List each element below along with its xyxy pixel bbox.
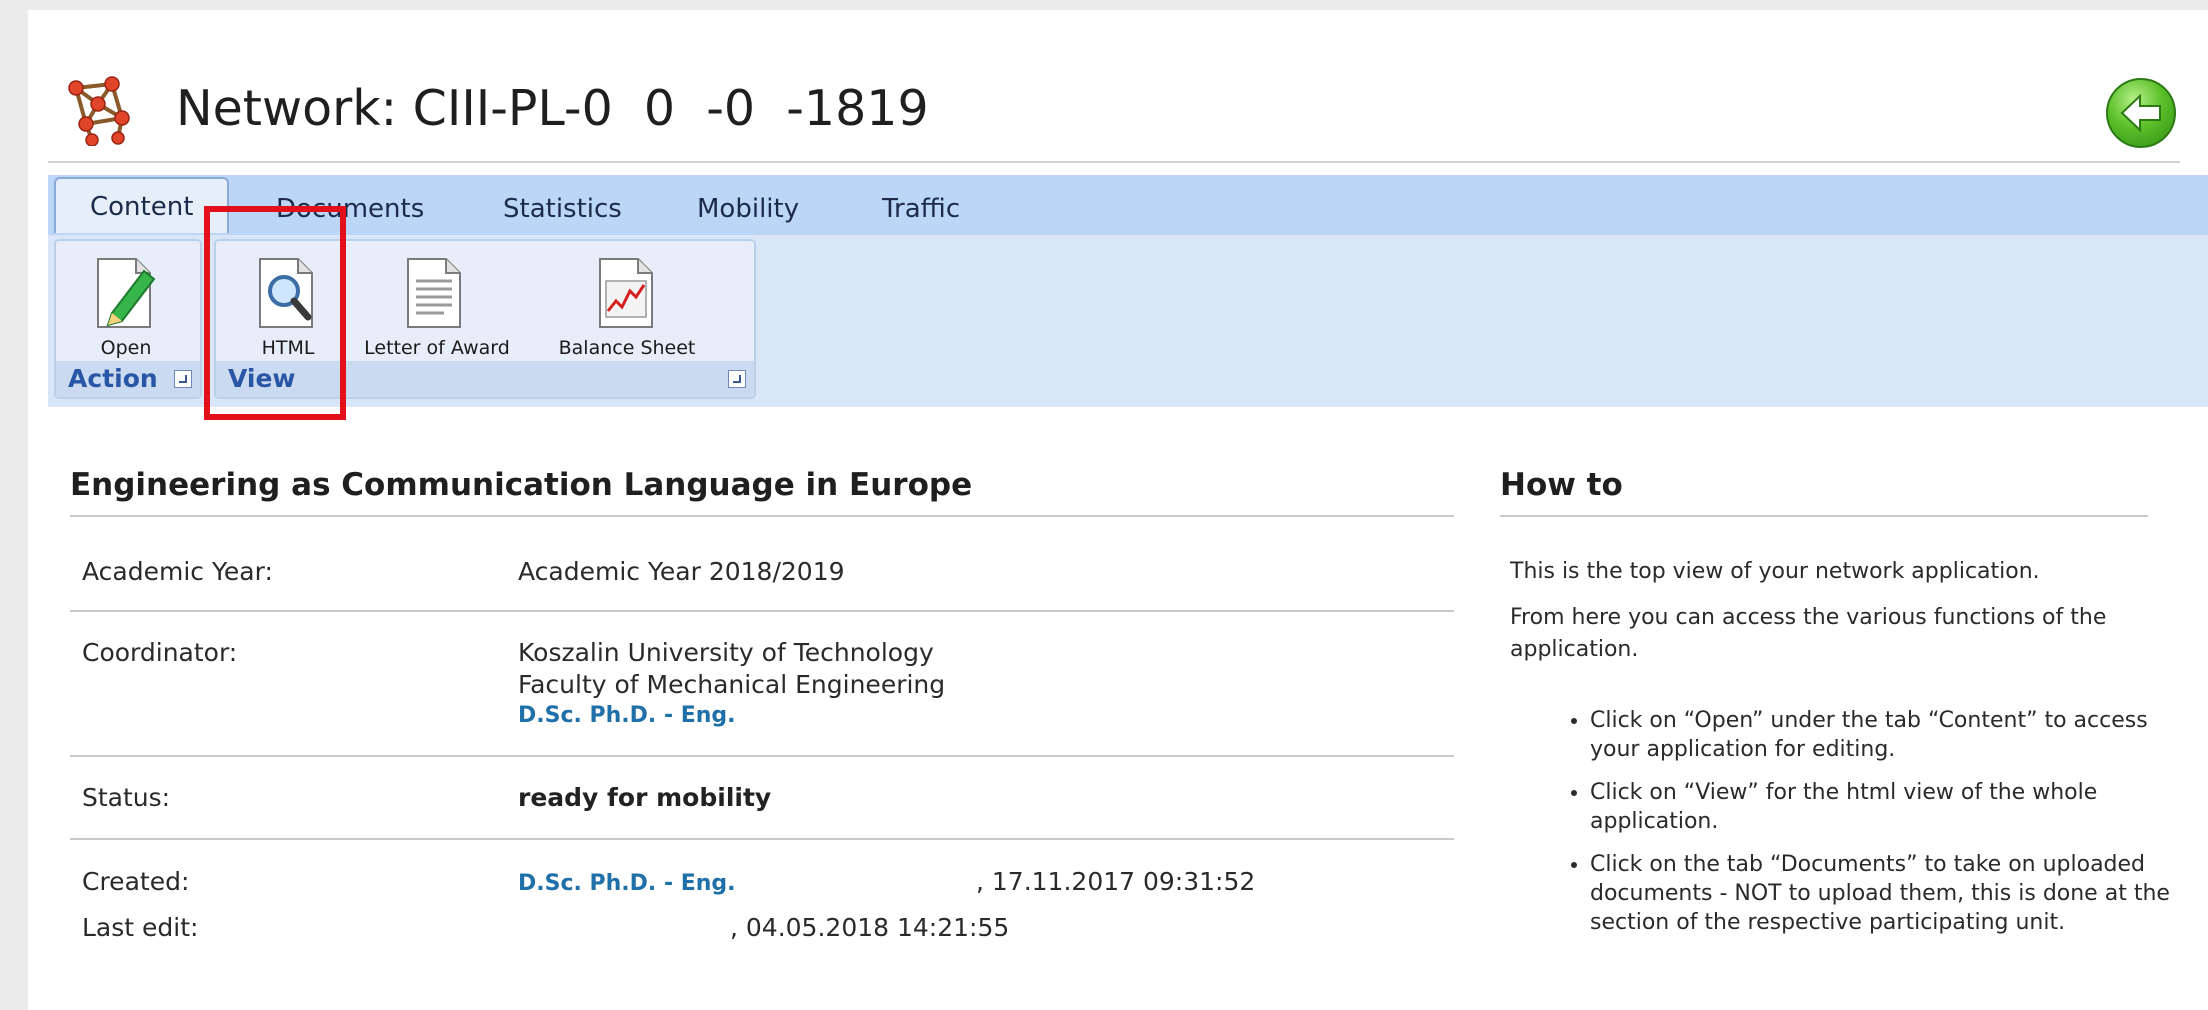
tab-statistics[interactable]: Statistics — [503, 185, 622, 233]
last-edit-label: Last edit: — [82, 913, 199, 942]
view-group-label: View — [216, 361, 754, 397]
tab-documents[interactable]: Documents — [276, 185, 424, 233]
coordinator-institution: Koszalin University of Technology — [518, 638, 934, 667]
howto-item-documents: Click on the tab “Documents” to take on … — [1590, 850, 2190, 937]
document-icon — [404, 255, 468, 335]
action-group: Open Action — [54, 239, 202, 399]
howto-list: Click on “Open” under the tab “Content” … — [1550, 706, 2190, 951]
back-button[interactable] — [2106, 78, 2176, 148]
chart-document-icon — [596, 255, 660, 335]
tab-content[interactable]: Content — [54, 177, 230, 233]
open-button[interactable]: Open — [56, 241, 196, 365]
howto-title: How to — [1500, 467, 1623, 503]
howto-intro: This is the top view of your network app… — [1510, 559, 2040, 584]
header-divider — [48, 161, 2180, 163]
open-label: Open — [100, 337, 152, 359]
edit-document-icon — [94, 255, 158, 335]
academic-year-label: Academic Year: — [82, 557, 273, 586]
row-divider — [70, 755, 1454, 757]
action-group-launcher[interactable] — [174, 370, 192, 388]
tab-mobility[interactable]: Mobility — [697, 185, 799, 233]
html-view-button[interactable]: HTML — [222, 241, 354, 365]
magnifier-document-icon — [256, 255, 320, 335]
ribbon-body: Open Action HTML Letter of Award Balance… — [48, 235, 2208, 407]
tab-traffic[interactable]: Traffic — [882, 185, 960, 233]
row-divider — [70, 610, 1454, 612]
html-label: HTML — [261, 337, 315, 359]
created-timestamp: , 17.11.2017 09:31:52 — [976, 867, 1256, 896]
howto-divider — [1500, 515, 2148, 517]
ribbon-tabbar: Content Documents Statistics Mobility Tr… — [48, 175, 2208, 235]
howto-description: From here you can access the various fun… — [1510, 605, 2107, 662]
coordinator-label: Coordinator: — [82, 638, 238, 667]
view-group-launcher[interactable] — [728, 370, 746, 388]
letter-of-award-button[interactable]: Letter of Award — [352, 241, 522, 365]
letter-of-award-label: Letter of Award — [364, 337, 510, 359]
page-title: Network: CIII-PL-0 0 -0 -1819 — [176, 80, 929, 137]
created-person-link[interactable]: D.Sc. Ph.D. - Eng. — [518, 868, 736, 900]
status-value: ready for mobility — [518, 783, 772, 812]
balance-sheet-label: Balance Sheet — [558, 337, 696, 359]
back-arrow-icon — [2120, 93, 2161, 133]
howto-item-view: Click on “View” for the html view of the… — [1590, 778, 2190, 836]
howto-item-open: Click on “Open” under the tab “Content” … — [1590, 706, 2190, 764]
academic-year-value: Academic Year 2018/2019 — [518, 557, 845, 586]
created-label: Created: — [82, 867, 190, 896]
molecule-icon — [62, 74, 134, 147]
status-label: Status: — [82, 783, 171, 812]
coordinator-person-link[interactable]: D.Sc. Ph.D. - Eng. — [518, 700, 736, 732]
last-edit-timestamp: , 04.05.2018 14:21:55 — [730, 913, 1010, 942]
title-divider — [70, 515, 1454, 517]
row-divider — [70, 838, 1454, 840]
coordinator-faculty: Faculty of Mechanical Engineering — [518, 670, 946, 699]
balance-sheet-button[interactable]: Balance Sheet — [534, 241, 720, 365]
application-title: Engineering as Communication Language in… — [70, 467, 973, 503]
view-group: HTML Letter of Award Balance Sheet View — [214, 239, 756, 399]
